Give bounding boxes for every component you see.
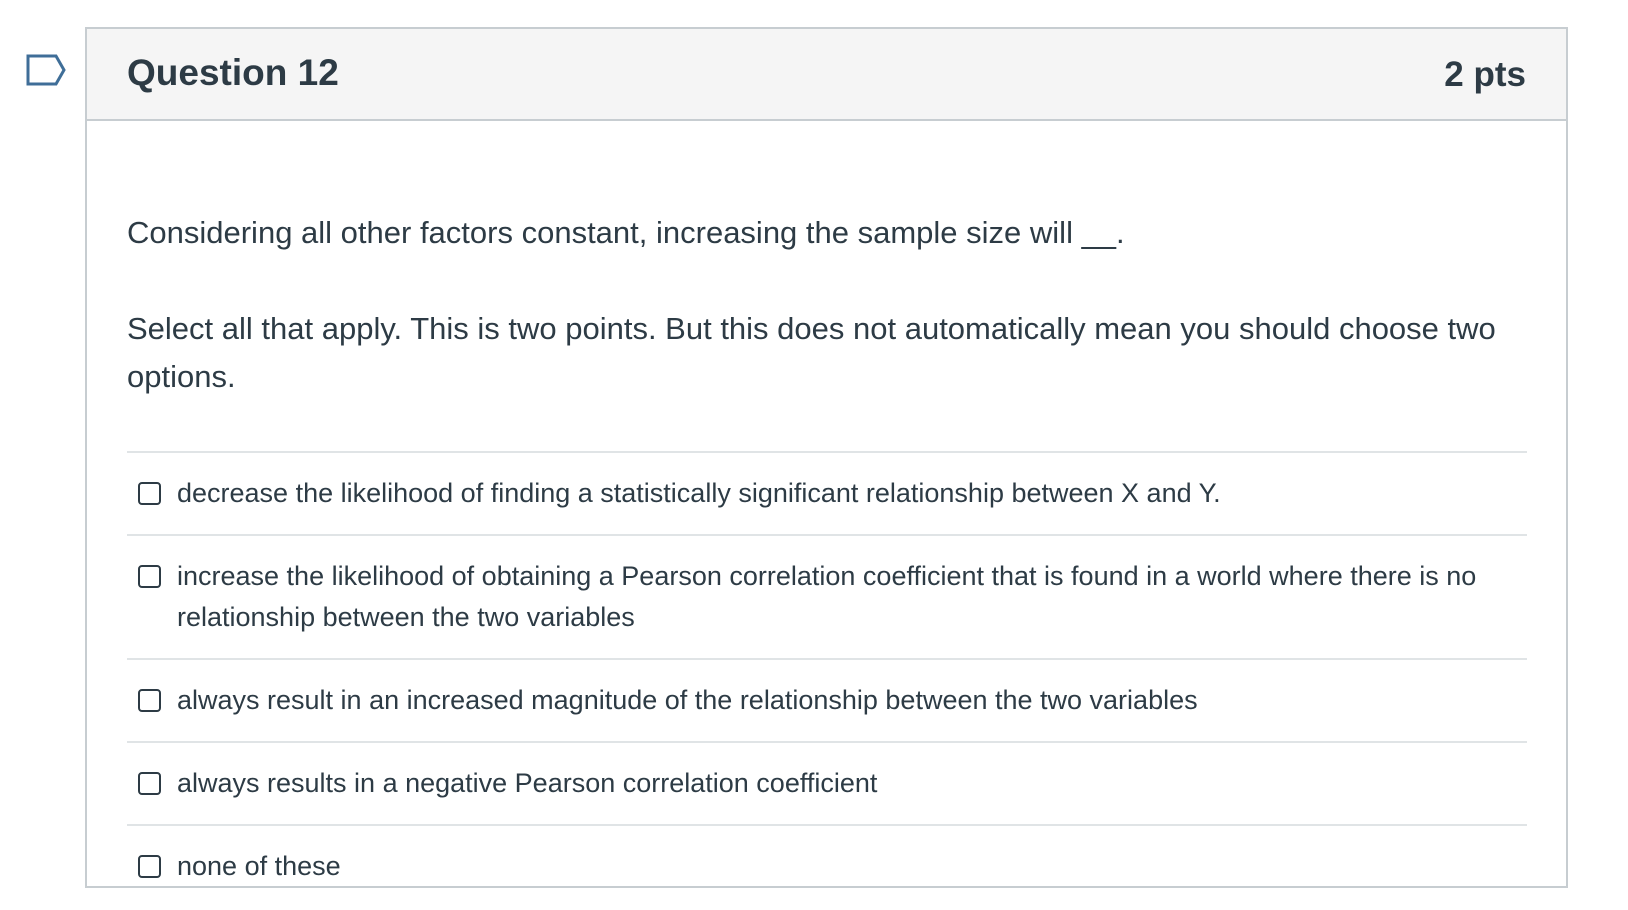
answer-label: always results in a negative Pearson cor… — [177, 768, 878, 798]
question-title: Question 12 — [127, 52, 339, 93]
checkbox[interactable] — [138, 482, 161, 505]
answer-list: decrease the likelihood of finding a sta… — [127, 451, 1527, 907]
checkbox[interactable] — [138, 772, 161, 795]
answer-option-3[interactable]: always result in an increased magnitude … — [127, 660, 1527, 743]
answer-label: always result in an increased magnitude … — [177, 685, 1198, 715]
answer-option-2[interactable]: increase the likelihood of obtaining a P… — [127, 536, 1527, 660]
answer-option-4[interactable]: always results in a negative Pearson cor… — [127, 743, 1527, 826]
question-points: 2 pts — [1444, 55, 1526, 94]
answer-option-1[interactable]: decrease the likelihood of finding a sta… — [127, 453, 1527, 536]
question-header: Question 12 2 pts — [87, 29, 1566, 121]
question-text: Considering all other factors constant, … — [127, 215, 1125, 250]
question-instructions: Select all that apply. This is two point… — [127, 311, 1496, 394]
checkbox[interactable] — [138, 689, 161, 712]
answer-option-5[interactable]: none of these — [127, 826, 1527, 907]
answer-label: decrease the likelihood of finding a sta… — [177, 478, 1221, 508]
checkbox[interactable] — [138, 565, 161, 588]
answer-label: increase the likelihood of obtaining a P… — [177, 561, 1477, 632]
flag-question-icon[interactable] — [26, 54, 68, 88]
question-card: Question 12 2 pts Considering all other … — [85, 27, 1568, 888]
checkbox[interactable] — [138, 855, 161, 878]
answer-label: none of these — [177, 851, 341, 881]
